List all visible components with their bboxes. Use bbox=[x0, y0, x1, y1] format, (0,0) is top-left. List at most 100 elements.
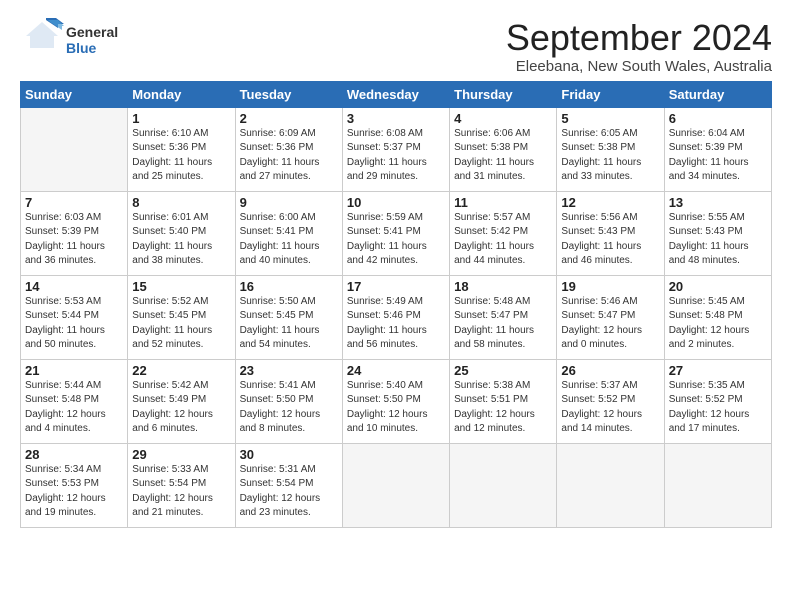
logo-container: General Blue bbox=[20, 18, 118, 62]
day-info: Sunrise: 5:57 AM Sunset: 5:42 PM Dayligh… bbox=[454, 211, 552, 269]
calendar-cell: 12 Sunrise: 5:56 AM Sunset: 5:43 PM Dayl… bbox=[557, 191, 664, 275]
day-info: Sunrise: 5:40 AM Sunset: 5:50 PM Dayligh… bbox=[347, 379, 445, 437]
calendar-cell: 28 Sunrise: 5:34 AM Sunset: 5:53 PM Dayl… bbox=[21, 443, 128, 527]
day-info: Sunrise: 5:56 AM Sunset: 5:43 PM Dayligh… bbox=[561, 211, 659, 269]
day-info: Sunrise: 6:01 AM Sunset: 5:40 PM Dayligh… bbox=[132, 211, 230, 269]
calendar-day-header: Tuesday bbox=[235, 81, 342, 107]
calendar-day-header: Sunday bbox=[21, 81, 128, 107]
day-info: Sunrise: 5:44 AM Sunset: 5:48 PM Dayligh… bbox=[25, 379, 123, 437]
day-info: Sunrise: 6:06 AM Sunset: 5:38 PM Dayligh… bbox=[454, 127, 552, 185]
calendar-cell: 20 Sunrise: 5:45 AM Sunset: 5:48 PM Dayl… bbox=[664, 275, 771, 359]
day-number: 26 bbox=[561, 363, 659, 378]
calendar-cell bbox=[450, 443, 557, 527]
calendar-cell: 19 Sunrise: 5:46 AM Sunset: 5:47 PM Dayl… bbox=[557, 275, 664, 359]
day-number: 22 bbox=[132, 363, 230, 378]
day-number: 17 bbox=[347, 279, 445, 294]
calendar-cell: 6 Sunrise: 6:04 AM Sunset: 5:39 PM Dayli… bbox=[664, 107, 771, 191]
calendar-cell: 10 Sunrise: 5:59 AM Sunset: 5:41 PM Dayl… bbox=[342, 191, 449, 275]
day-number: 25 bbox=[454, 363, 552, 378]
calendar-week-row: 7 Sunrise: 6:03 AM Sunset: 5:39 PM Dayli… bbox=[21, 191, 772, 275]
day-number: 18 bbox=[454, 279, 552, 294]
calendar-day-header: Wednesday bbox=[342, 81, 449, 107]
day-number: 29 bbox=[132, 447, 230, 462]
logo: General Blue bbox=[20, 18, 118, 62]
logo-graphic bbox=[20, 18, 64, 62]
calendar-cell: 22 Sunrise: 5:42 AM Sunset: 5:49 PM Dayl… bbox=[128, 359, 235, 443]
day-info: Sunrise: 6:04 AM Sunset: 5:39 PM Dayligh… bbox=[669, 127, 767, 185]
day-info: Sunrise: 5:45 AM Sunset: 5:48 PM Dayligh… bbox=[669, 295, 767, 353]
day-number: 15 bbox=[132, 279, 230, 294]
day-info: Sunrise: 5:33 AM Sunset: 5:54 PM Dayligh… bbox=[132, 463, 230, 521]
page: General Blue September 2024 Eleebana, Ne… bbox=[0, 0, 792, 538]
day-info: Sunrise: 5:37 AM Sunset: 5:52 PM Dayligh… bbox=[561, 379, 659, 437]
day-info: Sunrise: 5:42 AM Sunset: 5:49 PM Dayligh… bbox=[132, 379, 230, 437]
day-info: Sunrise: 5:53 AM Sunset: 5:44 PM Dayligh… bbox=[25, 295, 123, 353]
day-info: Sunrise: 6:08 AM Sunset: 5:37 PM Dayligh… bbox=[347, 127, 445, 185]
day-info: Sunrise: 5:59 AM Sunset: 5:41 PM Dayligh… bbox=[347, 211, 445, 269]
day-info: Sunrise: 5:46 AM Sunset: 5:47 PM Dayligh… bbox=[561, 295, 659, 353]
calendar-cell: 3 Sunrise: 6:08 AM Sunset: 5:37 PM Dayli… bbox=[342, 107, 449, 191]
month-title: September 2024 bbox=[506, 18, 772, 58]
day-number: 7 bbox=[25, 195, 123, 210]
calendar-cell: 8 Sunrise: 6:01 AM Sunset: 5:40 PM Dayli… bbox=[128, 191, 235, 275]
calendar-cell: 4 Sunrise: 6:06 AM Sunset: 5:38 PM Dayli… bbox=[450, 107, 557, 191]
day-info: Sunrise: 5:49 AM Sunset: 5:46 PM Dayligh… bbox=[347, 295, 445, 353]
day-number: 5 bbox=[561, 111, 659, 126]
day-number: 21 bbox=[25, 363, 123, 378]
calendar-day-header: Monday bbox=[128, 81, 235, 107]
calendar-cell: 25 Sunrise: 5:38 AM Sunset: 5:51 PM Dayl… bbox=[450, 359, 557, 443]
calendar-cell: 5 Sunrise: 6:05 AM Sunset: 5:38 PM Dayli… bbox=[557, 107, 664, 191]
calendar-cell: 24 Sunrise: 5:40 AM Sunset: 5:50 PM Dayl… bbox=[342, 359, 449, 443]
calendar-cell: 15 Sunrise: 5:52 AM Sunset: 5:45 PM Dayl… bbox=[128, 275, 235, 359]
day-number: 4 bbox=[454, 111, 552, 126]
calendar-cell: 9 Sunrise: 6:00 AM Sunset: 5:41 PM Dayli… bbox=[235, 191, 342, 275]
day-number: 19 bbox=[561, 279, 659, 294]
day-number: 9 bbox=[240, 195, 338, 210]
day-info: Sunrise: 5:50 AM Sunset: 5:45 PM Dayligh… bbox=[240, 295, 338, 353]
day-info: Sunrise: 5:34 AM Sunset: 5:53 PM Dayligh… bbox=[25, 463, 123, 521]
calendar-day-header: Saturday bbox=[664, 81, 771, 107]
logo-text: General Blue bbox=[66, 24, 118, 56]
calendar-cell: 13 Sunrise: 5:55 AM Sunset: 5:43 PM Dayl… bbox=[664, 191, 771, 275]
logo-svg bbox=[20, 18, 64, 62]
day-info: Sunrise: 6:09 AM Sunset: 5:36 PM Dayligh… bbox=[240, 127, 338, 185]
day-info: Sunrise: 6:03 AM Sunset: 5:39 PM Dayligh… bbox=[25, 211, 123, 269]
day-number: 16 bbox=[240, 279, 338, 294]
calendar-cell: 2 Sunrise: 6:09 AM Sunset: 5:36 PM Dayli… bbox=[235, 107, 342, 191]
day-number: 2 bbox=[240, 111, 338, 126]
calendar-cell: 17 Sunrise: 5:49 AM Sunset: 5:46 PM Dayl… bbox=[342, 275, 449, 359]
day-number: 13 bbox=[669, 195, 767, 210]
day-number: 30 bbox=[240, 447, 338, 462]
calendar-cell: 11 Sunrise: 5:57 AM Sunset: 5:42 PM Dayl… bbox=[450, 191, 557, 275]
calendar-cell: 7 Sunrise: 6:03 AM Sunset: 5:39 PM Dayli… bbox=[21, 191, 128, 275]
day-number: 27 bbox=[669, 363, 767, 378]
calendar-cell: 23 Sunrise: 5:41 AM Sunset: 5:50 PM Dayl… bbox=[235, 359, 342, 443]
day-info: Sunrise: 6:05 AM Sunset: 5:38 PM Dayligh… bbox=[561, 127, 659, 185]
calendar-cell bbox=[342, 443, 449, 527]
day-info: Sunrise: 5:41 AM Sunset: 5:50 PM Dayligh… bbox=[240, 379, 338, 437]
calendar-day-header: Friday bbox=[557, 81, 664, 107]
day-number: 14 bbox=[25, 279, 123, 294]
header: General Blue September 2024 Eleebana, Ne… bbox=[20, 18, 772, 75]
location: Eleebana, New South Wales, Australia bbox=[506, 58, 772, 75]
day-info: Sunrise: 6:10 AM Sunset: 5:36 PM Dayligh… bbox=[132, 127, 230, 185]
day-info: Sunrise: 5:48 AM Sunset: 5:47 PM Dayligh… bbox=[454, 295, 552, 353]
day-info: Sunrise: 5:31 AM Sunset: 5:54 PM Dayligh… bbox=[240, 463, 338, 521]
day-info: Sunrise: 5:55 AM Sunset: 5:43 PM Dayligh… bbox=[669, 211, 767, 269]
calendar-cell: 29 Sunrise: 5:33 AM Sunset: 5:54 PM Dayl… bbox=[128, 443, 235, 527]
calendar-week-row: 21 Sunrise: 5:44 AM Sunset: 5:48 PM Dayl… bbox=[21, 359, 772, 443]
calendar-cell: 26 Sunrise: 5:37 AM Sunset: 5:52 PM Dayl… bbox=[557, 359, 664, 443]
calendar-cell bbox=[664, 443, 771, 527]
calendar-cell: 1 Sunrise: 6:10 AM Sunset: 5:36 PM Dayli… bbox=[128, 107, 235, 191]
calendar-day-header: Thursday bbox=[450, 81, 557, 107]
calendar-cell bbox=[21, 107, 128, 191]
day-info: Sunrise: 5:35 AM Sunset: 5:52 PM Dayligh… bbox=[669, 379, 767, 437]
day-number: 12 bbox=[561, 195, 659, 210]
day-number: 10 bbox=[347, 195, 445, 210]
calendar-table: SundayMondayTuesdayWednesdayThursdayFrid… bbox=[20, 81, 772, 528]
day-number: 28 bbox=[25, 447, 123, 462]
day-number: 1 bbox=[132, 111, 230, 126]
title-block: September 2024 Eleebana, New South Wales… bbox=[506, 18, 772, 75]
day-number: 3 bbox=[347, 111, 445, 126]
day-number: 20 bbox=[669, 279, 767, 294]
